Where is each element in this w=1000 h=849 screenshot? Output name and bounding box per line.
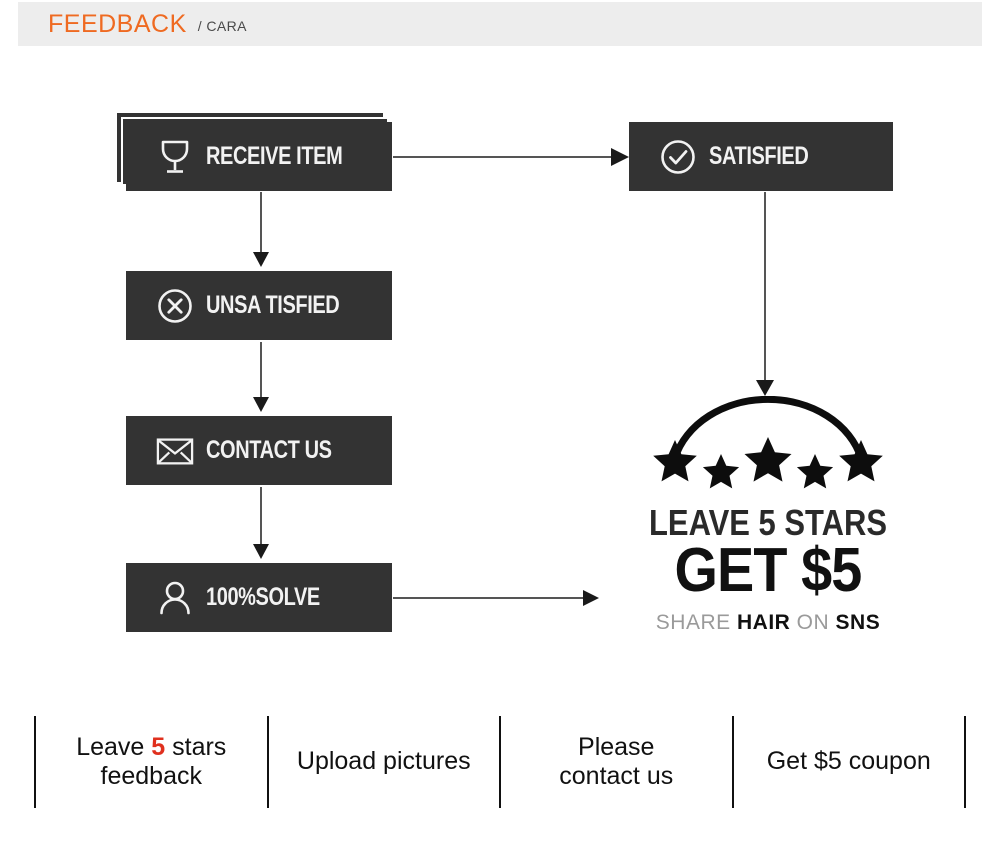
- summary-contact-line2: contact us: [559, 762, 674, 790]
- flow-box-contact-us-label: CONTACT US: [206, 436, 332, 464]
- summary-cell-leave-5-stars-feedback[interactable]: Leave 5 stars feedback: [34, 716, 267, 808]
- bottom-summary-bar: Leave 5 stars feedback Upload pictures P…: [34, 716, 966, 808]
- share-line: SHARE HAIR ON SNS: [628, 611, 908, 635]
- summary-coupon-text: Get $5 coupon: [766, 747, 931, 776]
- page-subtitle: / CARA: [197, 18, 247, 34]
- flow-box-unsatisfied-label: UNSA TISFIED: [206, 291, 340, 319]
- summary-upload-text: Upload pictures: [296, 747, 471, 776]
- summary-contact-line1: Please: [578, 732, 655, 761]
- summary-leave-post: stars: [165, 732, 227, 761]
- share-word-share: SHARE: [655, 611, 731, 635]
- summary-leave-pre: Leave: [76, 732, 152, 761]
- check-circle-icon: [659, 138, 697, 176]
- summary-cell-upload-pictures[interactable]: Upload pictures: [266, 716, 500, 808]
- flow-box-solve[interactable]: 100%SOLVE: [126, 563, 392, 632]
- rating-subhead: GET $5: [674, 536, 863, 605]
- wine-glass-icon: [156, 138, 194, 176]
- page-header: FEEDBACK / CARA: [18, 2, 982, 46]
- summary-leave-highlight: 5: [151, 732, 166, 761]
- flow-box-receive-item-label: RECEIVE ITEM: [206, 142, 343, 170]
- summary-leave-line2: feedback: [100, 762, 202, 790]
- summary-cell-get-5-coupon[interactable]: Get $5 coupon: [731, 716, 966, 808]
- person-icon: [156, 579, 194, 617]
- x-circle-icon: [156, 287, 194, 325]
- envelope-icon: [156, 432, 194, 470]
- flow-box-receive-item[interactable]: RECEIVE ITEM: [126, 122, 392, 191]
- page-title: FEEDBACK: [48, 9, 187, 38]
- share-word-hair: HAIR: [736, 611, 791, 635]
- share-word-on: ON: [796, 611, 830, 635]
- rating-graphic: LEAVE 5 STARS GET $5 SHARE HAIR ON SNS: [628, 396, 908, 635]
- flow-diagram: RECEIVE ITEM SATISFIED UNSA TISFIED CONT…: [0, 46, 1000, 696]
- flow-box-satisfied[interactable]: SATISFIED: [629, 122, 893, 191]
- summary-cell-please-contact-us[interactable]: Please contact us: [499, 716, 732, 808]
- flow-box-unsatisfied[interactable]: UNSA TISFIED: [126, 271, 392, 340]
- flow-box-satisfied-label: SATISFIED: [709, 142, 809, 170]
- flow-box-contact-us[interactable]: CONTACT US: [126, 416, 392, 485]
- five-stars-with-arc-icon: [653, 396, 883, 489]
- flow-box-solve-label: 100%SOLVE: [206, 583, 320, 611]
- share-word-sns: SNS: [835, 611, 881, 635]
